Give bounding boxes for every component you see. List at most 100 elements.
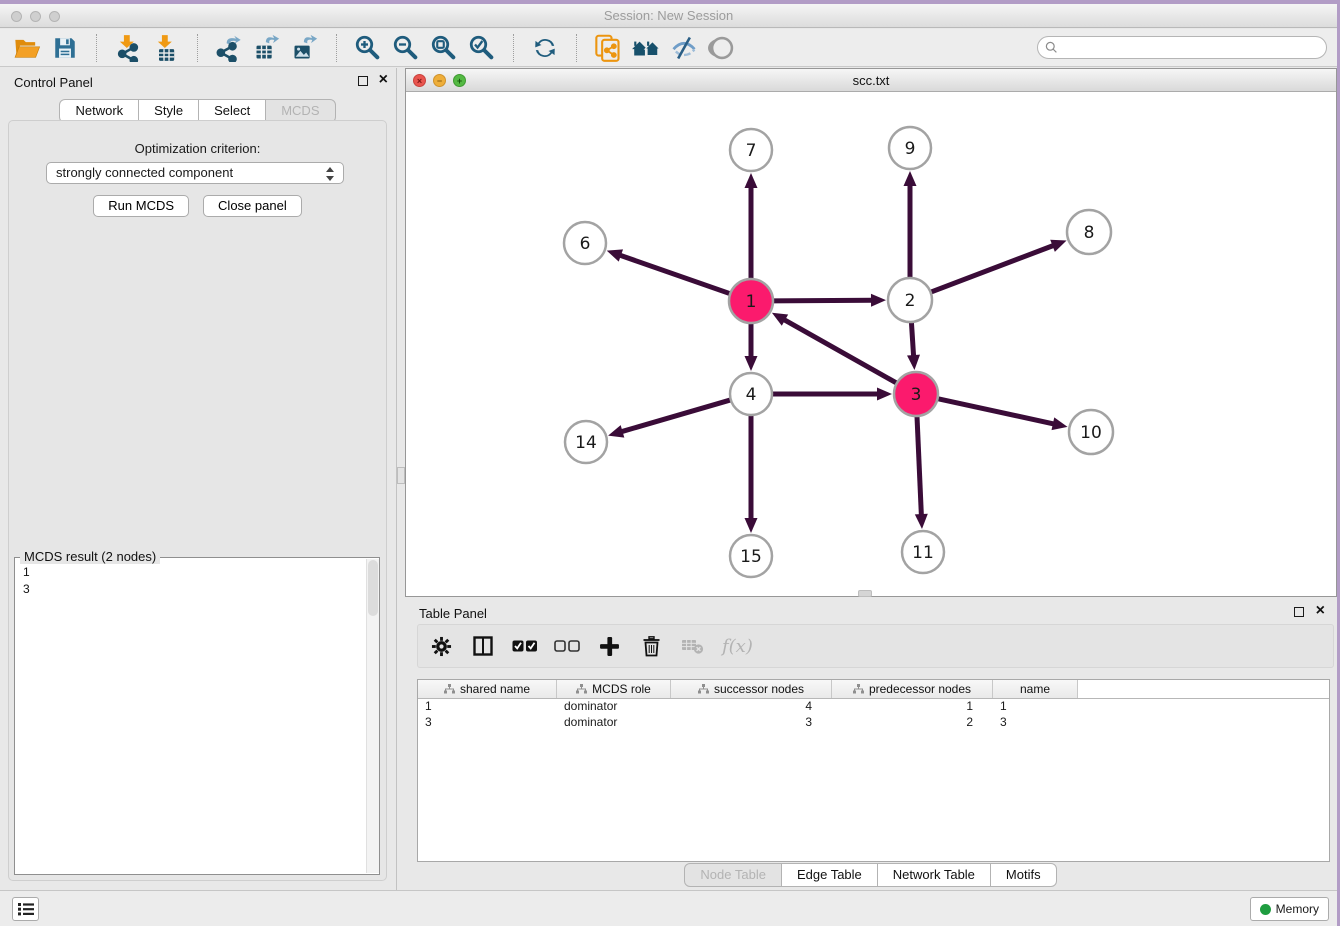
table-body: 1dominator4113dominator323	[418, 699, 1329, 731]
table-cell[interactable]: 3	[671, 715, 832, 731]
show-all-networks-icon[interactable]	[629, 31, 663, 65]
table-cell[interactable]: 3	[993, 715, 1078, 731]
open-session-icon[interactable]	[10, 31, 44, 65]
node-label-10: 10	[1080, 423, 1102, 443]
show-hidden-icon[interactable]	[705, 31, 739, 65]
application-window: Session: New Session	[0, 4, 1337, 926]
table-cell[interactable]: 2	[832, 715, 993, 731]
search-icon	[1045, 41, 1058, 54]
export-network-icon[interactable]	[212, 31, 246, 65]
node-label-4: 4	[746, 385, 757, 405]
column-header-shared-name[interactable]: shared name	[418, 680, 557, 698]
edge-arrowhead	[1052, 417, 1068, 430]
edge-arrowhead	[745, 173, 758, 188]
zoom-out-icon[interactable]	[389, 31, 423, 65]
search-input[interactable]	[1062, 39, 1326, 57]
table-row[interactable]: 3dominator323	[418, 715, 1329, 731]
table-cell[interactable]: 4	[671, 699, 832, 715]
table-toolbar: f(x)	[417, 624, 1334, 668]
edge-3-10[interactable]	[937, 398, 1055, 424]
network-canvas[interactable]: 7968124314101511	[407, 93, 1336, 597]
optimization-criterion-select[interactable]: strongly connected component	[46, 162, 344, 184]
float-panel-icon[interactable]	[1294, 607, 1304, 617]
apply-layout-icon[interactable]	[528, 31, 562, 65]
column-header-predecessor-nodes[interactable]: predecessor nodes	[832, 680, 993, 698]
function-builder-icon[interactable]: f(x)	[722, 636, 753, 657]
import-network-icon[interactable]	[111, 31, 145, 65]
table-cell[interactable]: 3	[418, 715, 557, 731]
task-history-button[interactable]	[12, 897, 39, 921]
mcds-result-text[interactable]: 1 3	[15, 560, 365, 874]
zoom-in-icon[interactable]	[351, 31, 385, 65]
edge-2-8[interactable]	[930, 245, 1055, 292]
column-header-MCDS-role[interactable]: MCDS role	[557, 680, 671, 698]
close-panel-icon[interactable]: ×	[379, 72, 388, 88]
mcds-result-box: MCDS result (2 nodes) 1 3	[14, 557, 380, 875]
memory-button[interactable]: Memory	[1250, 897, 1329, 921]
network-view-window: × − + scc.txt 7968124314101511	[405, 68, 1337, 597]
edge-1-2[interactable]	[772, 300, 873, 301]
add-column-icon[interactable]	[596, 633, 622, 659]
zoom-selected-icon[interactable]	[465, 31, 499, 65]
tab-edge-table[interactable]: Edge Table	[781, 863, 878, 887]
edge-1-6[interactable]	[619, 255, 731, 294]
table-panel-title: Table Panel	[419, 606, 487, 621]
table-options-icon[interactable]	[428, 633, 454, 659]
edge-3-1[interactable]	[783, 319, 897, 384]
export-table-icon[interactable]	[250, 31, 284, 65]
import-table-icon[interactable]	[149, 31, 183, 65]
combo-stepper-icon	[326, 165, 336, 183]
control-panel-header: Control Panel ×	[0, 68, 396, 96]
column-type-icon	[576, 684, 587, 694]
status-bar: Memory	[0, 890, 1337, 926]
node-label-2: 2	[905, 291, 916, 311]
column-type-icon	[853, 684, 864, 694]
result-scrollbar[interactable]	[366, 559, 379, 873]
table-cell[interactable]: dominator	[557, 699, 671, 715]
export-image-icon[interactable]	[288, 31, 322, 65]
table-cell[interactable]: dominator	[557, 715, 671, 731]
node-table: shared nameMCDS rolesuccessor nodesprede…	[417, 679, 1330, 862]
edge-4-14[interactable]	[621, 400, 732, 432]
table-panel: Table Panel ×	[405, 599, 1337, 890]
horizontal-splitter-grip[interactable]	[858, 590, 872, 597]
edge-2-3[interactable]	[911, 321, 913, 357]
clone-network-icon[interactable]	[591, 31, 625, 65]
edge-3-11[interactable]	[917, 415, 921, 516]
control-panel-title: Control Panel	[14, 75, 93, 90]
close-panel-button[interactable]: Close panel	[203, 195, 302, 217]
delete-table-icon[interactable]	[680, 633, 706, 659]
zoom-fit-icon[interactable]	[427, 31, 461, 65]
select-all-rows-icon[interactable]	[512, 633, 538, 659]
table-cell[interactable]: 1	[832, 699, 993, 715]
tab-motifs[interactable]: Motifs	[990, 863, 1057, 887]
node-label-14: 14	[575, 433, 597, 453]
table-row[interactable]: 1dominator411	[418, 699, 1329, 715]
table-cell[interactable]: 1	[418, 699, 557, 715]
node-label-8: 8	[1084, 223, 1095, 243]
edge-arrowhead	[877, 388, 892, 401]
save-session-icon[interactable]	[48, 31, 82, 65]
delete-column-icon[interactable]	[638, 633, 664, 659]
run-mcds-button[interactable]: Run MCDS	[93, 195, 189, 217]
search-box[interactable]	[1037, 36, 1327, 59]
mcds-tab-content: Optimization criterion: strongly connect…	[8, 120, 387, 881]
tab-network-table[interactable]: Network Table	[877, 863, 991, 887]
toolbar-separator	[576, 34, 577, 62]
column-visibility-icon[interactable]	[470, 633, 496, 659]
deselect-all-rows-icon[interactable]	[554, 633, 580, 659]
toolbar-separator	[197, 34, 198, 62]
table-cell[interactable]: 1	[993, 699, 1078, 715]
column-header-name[interactable]: name	[993, 680, 1078, 698]
table-panel-header: Table Panel ×	[405, 599, 1337, 627]
toolbar-separator	[513, 34, 514, 62]
control-panel: Control Panel × NetworkStyleSelectMCDS O…	[0, 68, 397, 890]
tab-node-table[interactable]: Node Table	[684, 863, 782, 887]
vertical-splitter-grip[interactable]	[397, 467, 405, 484]
network-window-titlebar[interactable]: × − + scc.txt	[406, 69, 1336, 92]
hide-selected-icon[interactable]	[667, 31, 701, 65]
column-type-icon	[444, 684, 455, 694]
column-header-successor-nodes[interactable]: successor nodes	[671, 680, 832, 698]
close-panel-icon[interactable]: ×	[1316, 603, 1325, 619]
float-panel-icon[interactable]	[358, 76, 368, 86]
